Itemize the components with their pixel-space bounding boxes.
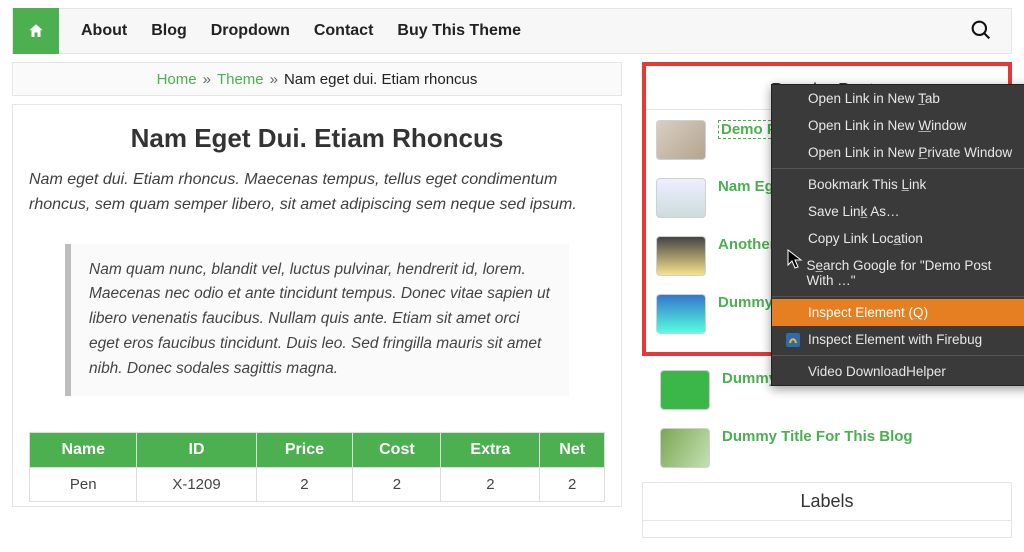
ctx-inspect-firebug[interactable]: Inspect Element with Firebug	[772, 326, 1024, 353]
post-thumb	[660, 370, 710, 410]
labels-title: Labels	[643, 483, 1011, 521]
nav-about[interactable]: About	[81, 22, 127, 40]
th-id: ID	[137, 432, 256, 467]
ctx-open-private[interactable]: Open Link in New Private Window	[772, 139, 1024, 166]
post-thumb	[656, 294, 706, 334]
nav-blog[interactable]: Blog	[151, 22, 187, 40]
crumb-theme[interactable]: Theme	[217, 71, 264, 88]
label-link[interactable]	[643, 526, 667, 534]
firebug-icon	[786, 333, 802, 347]
table-row: Pen X-1209 2 2 2 2	[30, 467, 605, 501]
breadcrumb: Home » Theme » Nam eget dui. Etiam rhonc…	[12, 62, 622, 96]
cursor-icon	[787, 249, 803, 272]
crumb-home[interactable]: Home	[157, 71, 197, 88]
ctx-open-new-window[interactable]: Open Link in New Window	[772, 112, 1024, 139]
page-title: Nam Eget Dui. Etiam Rhoncus	[29, 123, 605, 154]
list-item[interactable]: Dummy Title For This Blog	[642, 424, 1012, 482]
nav-contact[interactable]: Contact	[314, 22, 374, 40]
th-name: Name	[30, 432, 137, 467]
post-thumb	[656, 178, 706, 218]
nav-dropdown[interactable]: Dropdown	[211, 22, 290, 40]
context-menu: Open Link in New Tab Open Link in New Wi…	[771, 84, 1024, 386]
th-cost: Cost	[353, 432, 441, 467]
nav-items: About Blog Dropdown Contact Buy This The…	[59, 22, 521, 40]
ctx-inspect-element[interactable]: Inspect Element (Q)	[772, 299, 1024, 326]
th-net: Net	[540, 432, 605, 467]
nav-buy[interactable]: Buy This Theme	[397, 22, 521, 40]
post-thumb	[656, 120, 706, 160]
ctx-save-link-as[interactable]: Save Link As…	[772, 198, 1024, 225]
post-link[interactable]: Dummy Title For This Blog	[722, 428, 913, 445]
th-extra: Extra	[441, 432, 540, 467]
blockquote: Nam quam nunc, blandit vel, luctus pulvi…	[65, 244, 569, 396]
search-button[interactable]	[971, 20, 1011, 43]
crumb-current: Nam eget dui. Etiam rhoncus	[284, 71, 477, 88]
search-icon	[971, 20, 991, 40]
ctx-open-new-tab[interactable]: Open Link in New Tab	[772, 85, 1024, 112]
ctx-copy-link-location[interactable]: Copy Link Location	[772, 225, 1024, 252]
data-table: Name ID Price Cost Extra Net Pen X-1209 …	[29, 432, 605, 502]
home-icon	[27, 22, 45, 40]
ctx-bookmark-link[interactable]: Bookmark This Link	[772, 171, 1024, 198]
top-nav: About Blog Dropdown Contact Buy This The…	[12, 8, 1012, 54]
ctx-video-downloadhelper[interactable]: Video DownloadHelper	[772, 358, 1024, 385]
labels-panel: Labels	[642, 482, 1012, 538]
post-thumb	[656, 236, 706, 276]
lead-paragraph: Nam eget dui. Etiam rhoncus. Maecenas te…	[29, 168, 605, 218]
article: Nam Eget Dui. Etiam Rhoncus Nam eget dui…	[12, 104, 622, 507]
post-thumb	[660, 428, 710, 468]
th-price: Price	[256, 432, 353, 467]
home-button[interactable]	[13, 8, 59, 54]
popular-posts-panel: Popular Posts Demo Post With Customizati…	[642, 62, 1012, 356]
ctx-search-google[interactable]: Search Google for "Demo Post With …"	[772, 252, 1024, 294]
